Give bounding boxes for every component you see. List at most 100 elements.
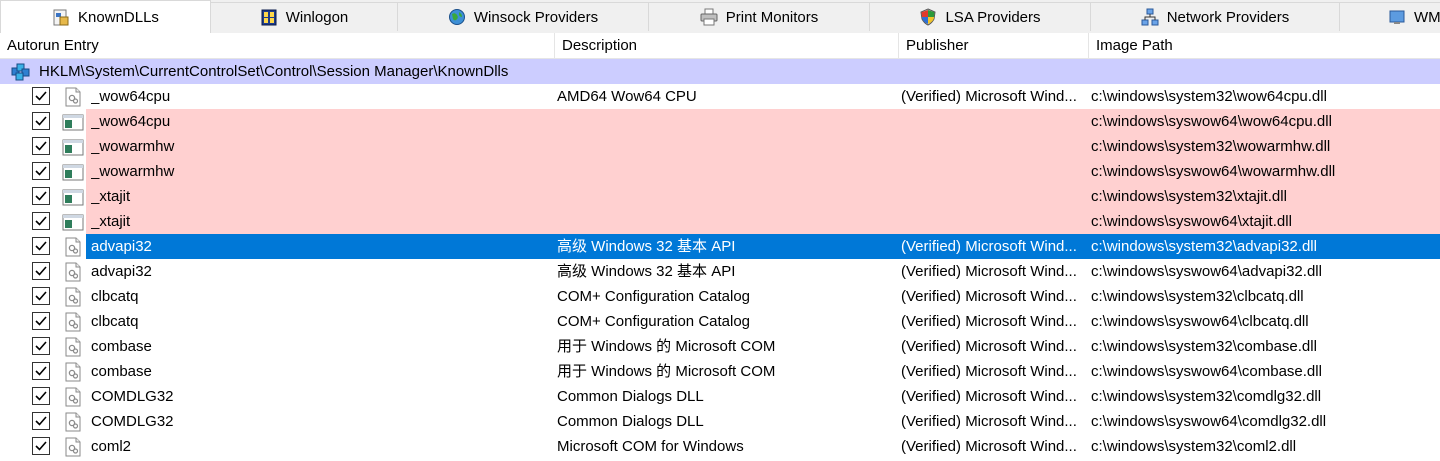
autorun-row[interactable]: _wowarmhw c:\windows\system32\wowarmhw.dl…	[0, 134, 1440, 159]
autorun-row[interactable]: advapi32 高级 Windows 32 基本 API (Verified) M…	[0, 259, 1440, 284]
winsock-globe-icon	[448, 9, 465, 25]
entry-cell: COMDLG32	[91, 388, 174, 405]
enabled-checkbox[interactable]	[32, 137, 50, 155]
description-cell: AMD64 Wow64 CPU	[557, 88, 697, 105]
enabled-checkbox[interactable]	[32, 412, 50, 430]
dll-file-icon	[64, 337, 82, 357]
tab-wmi[interactable]: WM	[1339, 2, 1440, 31]
app-window-icon	[62, 112, 84, 132]
enabled-checkbox[interactable]	[32, 212, 50, 230]
column-image-path[interactable]: Image Path	[1089, 33, 1440, 58]
image-path-cell: c:\windows\syswow64\clbcatq.dll	[1091, 313, 1309, 330]
tab-knowndlls[interactable]: KnownDLLs	[0, 0, 211, 33]
autorun-row[interactable]: combase 用于 Windows 的 Microsoft COM (Verifi…	[0, 334, 1440, 359]
column-description[interactable]: Description	[555, 33, 899, 58]
tab-label: Network Providers	[1166, 8, 1290, 26]
description-cell: COM+ Configuration Catalog	[557, 313, 751, 330]
description-cell: 高级 Windows 32 基本 API	[557, 238, 736, 255]
autorun-row[interactable]: clbcatq COM+ Configuration Catalog (Verifi…	[0, 284, 1440, 309]
shield-icon	[920, 8, 937, 26]
tab-label: KnownDLLs	[78, 9, 159, 26]
enabled-checkbox[interactable]	[32, 312, 50, 330]
dll-file-icon	[64, 312, 82, 332]
publisher-cell: (Verified) Microsoft Wind...	[901, 88, 1077, 105]
enabled-checkbox[interactable]	[32, 337, 50, 355]
autorun-row[interactable]: advapi32 高级 Windows 32 基本 API (Verified) M…	[0, 234, 1440, 259]
image-path-cell: c:\windows\system32\xtajit.dll	[1091, 188, 1287, 205]
image-path-cell: c:\windows\syswow64\wowarmhw.dll	[1091, 163, 1336, 180]
dll-file-icon	[64, 237, 82, 257]
autorun-row[interactable]: _wow64cpu AMD64 Wow64 CPU (Verified) Micro…	[0, 84, 1440, 109]
registry-key-icon	[11, 63, 30, 81]
group-label: HKLM\System\CurrentControlSet\Control\Se…	[39, 63, 509, 80]
tab-lsa-providers[interactable]: LSA Providers	[869, 2, 1091, 31]
image-path-cell: c:\windows\system32\advapi32.dll	[1091, 238, 1317, 255]
dll-file-icon	[64, 387, 82, 407]
image-path-cell: c:\windows\system32\comdlg32.dll	[1091, 388, 1322, 405]
app-window-icon	[62, 162, 84, 182]
column-header: Autorun Entry Description Publisher Imag…	[0, 33, 1440, 59]
image-path-cell: c:\windows\system32\wow64cpu.dll	[1091, 88, 1327, 105]
image-path-cell: c:\windows\syswow64\combase.dll	[1091, 363, 1322, 380]
entry-cell: coml2	[91, 438, 132, 455]
publisher-cell: (Verified) Microsoft Wind...	[901, 438, 1077, 455]
autorun-row[interactable]: COMDLG32 Common Dialogs DLL (Verified) Mic…	[0, 384, 1440, 409]
entry-cell: _wowarmhw	[91, 163, 175, 180]
enabled-checkbox[interactable]	[32, 362, 50, 380]
enabled-checkbox[interactable]	[32, 112, 50, 130]
image-path-cell: c:\windows\system32\clbcatq.dll	[1091, 288, 1304, 305]
enabled-checkbox[interactable]	[32, 287, 50, 305]
enabled-checkbox[interactable]	[32, 162, 50, 180]
knowndlls-icon	[53, 9, 69, 25]
autorun-row[interactable]: COMDLG32 Common Dialogs DLL (Verified) Mic…	[0, 409, 1440, 434]
enabled-checkbox[interactable]	[32, 387, 50, 405]
enabled-checkbox[interactable]	[32, 237, 50, 255]
dll-file-icon	[64, 362, 82, 382]
publisher-cell: (Verified) Microsoft Wind...	[901, 338, 1077, 355]
publisher-cell: (Verified) Microsoft Wind...	[901, 238, 1077, 255]
entry-cell: combase	[91, 363, 152, 380]
column-publisher[interactable]: Publisher	[899, 33, 1089, 58]
enabled-checkbox[interactable]	[32, 87, 50, 105]
entry-cell: _xtajit	[91, 188, 131, 205]
enabled-checkbox[interactable]	[32, 262, 50, 280]
tab-label: Winlogon	[285, 8, 349, 26]
app-window-icon	[62, 137, 84, 157]
publisher-cell: (Verified) Microsoft Wind...	[901, 288, 1077, 305]
tab-label: LSA Providers	[945, 8, 1041, 26]
autorun-row[interactable]: coml2 Microsoft COM for Windows (Verified)…	[0, 434, 1440, 459]
entry-cell: clbcatq	[91, 313, 139, 330]
wmi-icon	[1389, 10, 1405, 24]
enabled-checkbox[interactable]	[32, 187, 50, 205]
tab-label: Print Monitors	[725, 8, 819, 26]
group-row-knowndlls[interactable]: HKLM\System\CurrentControlSet\Control\Se…	[0, 59, 1440, 84]
image-path-cell: c:\windows\system32\coml2.dll	[1091, 438, 1297, 455]
description-cell: Microsoft COM for Windows	[557, 438, 744, 455]
tab-network-providers[interactable]: Network Providers	[1090, 2, 1340, 31]
printer-icon	[700, 8, 718, 26]
autorun-row[interactable]: _wow64cpu c:\windows\syswow64\wow64cpu.dl…	[0, 109, 1440, 134]
publisher-cell: (Verified) Microsoft Wind...	[901, 388, 1077, 405]
entry-cell: clbcatq	[91, 288, 139, 305]
entry-cell: advapi32	[91, 263, 152, 280]
column-autorun-entry[interactable]: Autorun Entry	[0, 33, 555, 58]
image-path-cell: c:\windows\system32\combase.dll	[1091, 338, 1317, 355]
publisher-cell: (Verified) Microsoft Wind...	[901, 363, 1077, 380]
enabled-checkbox[interactable]	[32, 437, 50, 455]
dll-file-icon	[64, 287, 82, 307]
image-path-cell: c:\windows\syswow64\wow64cpu.dll	[1091, 113, 1332, 130]
image-path-cell: c:\windows\syswow64\comdlg32.dll	[1091, 413, 1327, 430]
description-cell: 高级 Windows 32 基本 API	[557, 263, 736, 280]
autorun-row[interactable]: combase 用于 Windows 的 Microsoft COM (Verifi…	[0, 359, 1440, 384]
tab-winlogon[interactable]: Winlogon	[210, 2, 398, 31]
autorun-row[interactable]: _xtajit c:\windows\system32\xtajit.dll	[0, 184, 1440, 209]
tab-winsock-providers[interactable]: Winsock Providers	[397, 2, 649, 31]
autorun-row[interactable]: _wowarmhw c:\windows\syswow64\wowarmhw.dl…	[0, 159, 1440, 184]
winlogon-icon	[261, 9, 277, 26]
autorun-row[interactable]: clbcatq COM+ Configuration Catalog (Verifi…	[0, 309, 1440, 334]
tab-print-monitors[interactable]: Print Monitors	[648, 2, 870, 31]
autorun-row[interactable]: _xtajit c:\windows\syswow64\xtajit.dll	[0, 209, 1440, 234]
publisher-cell: (Verified) Microsoft Wind...	[901, 413, 1077, 430]
app-window-icon	[62, 187, 84, 207]
image-path-cell: c:\windows\syswow64\xtajit.dll	[1091, 213, 1292, 230]
